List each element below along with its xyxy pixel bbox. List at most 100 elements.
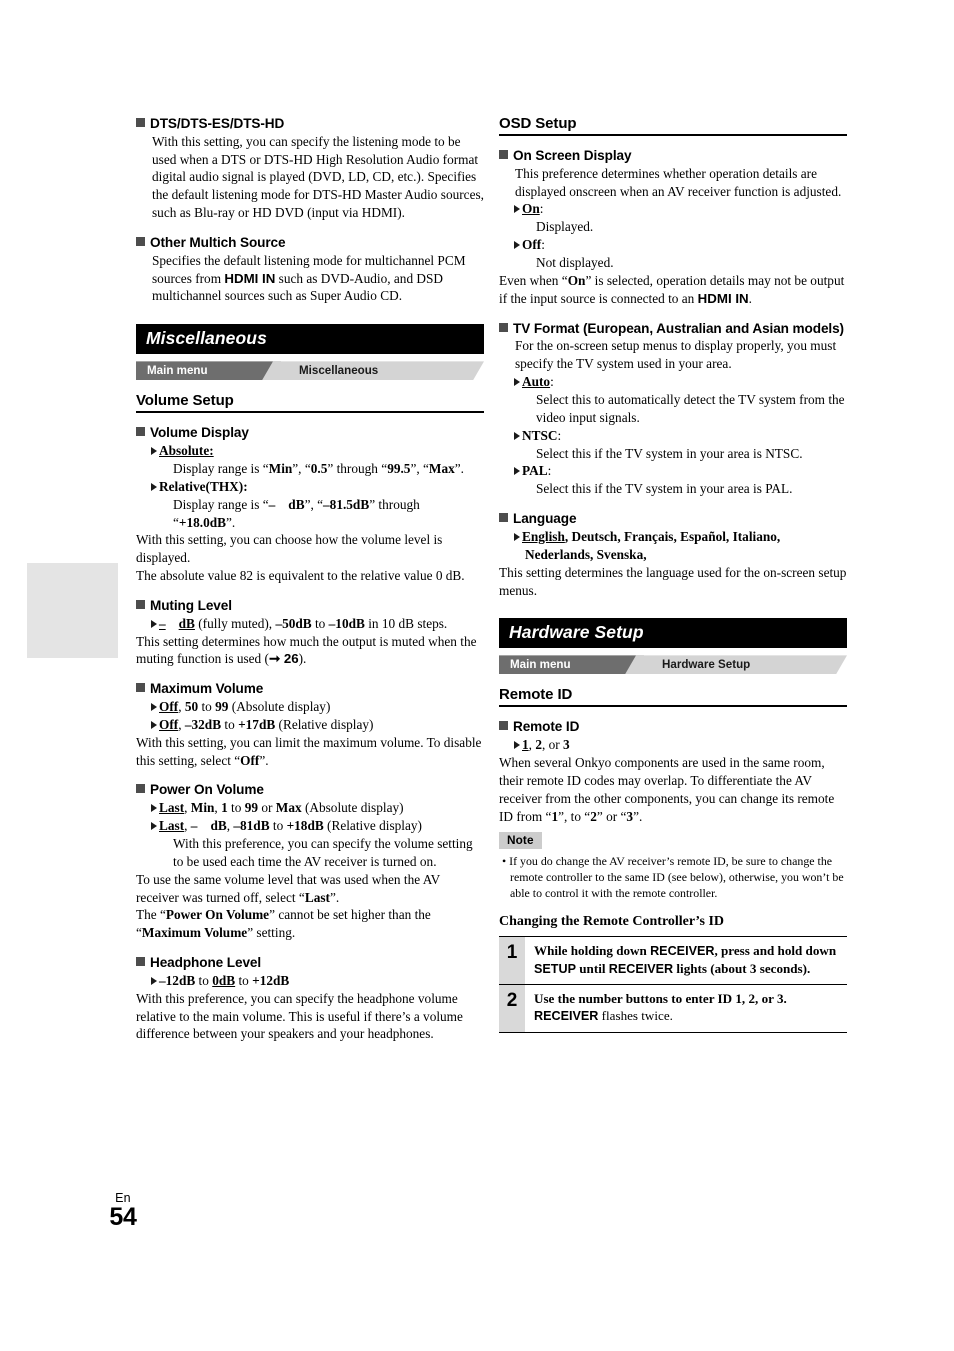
muting-level-body: This setting determines how much the out… xyxy=(136,633,477,667)
other-multich-body: Specifies the default listening mode for… xyxy=(152,252,466,304)
option-power-on-relative: Last, – dB, –81dB to +18dB (Relative disp… xyxy=(136,817,484,835)
power-on-volume-body-2: The “Power On Volume” cannot be set high… xyxy=(136,907,431,941)
square-bullet-icon xyxy=(136,784,145,794)
subheading-volume-display: Volume Display xyxy=(136,424,484,442)
square-bullet-icon xyxy=(499,150,508,159)
subheading-muting-level: Muting Level xyxy=(136,597,484,615)
dts-body: With this setting, you can specify the l… xyxy=(152,133,484,221)
on-screen-display-body: This preference determines whether opera… xyxy=(515,165,842,199)
note-text: • If you do change the AV receiver’s rem… xyxy=(502,854,844,901)
triangle-bullet-icon xyxy=(514,741,520,750)
triangle-bullet-icon xyxy=(151,702,157,711)
step-text: Use the number buttons to enter ID 1, 2,… xyxy=(534,991,787,1024)
option-osd-on: On: xyxy=(499,200,847,218)
subheading-language: Language xyxy=(499,510,847,528)
option-tv-format-auto: Auto: xyxy=(499,373,847,391)
breadcrumb-miscellaneous: Main menu Miscellaneous xyxy=(136,361,484,380)
remote-id-body: When several Onkyo components are used i… xyxy=(499,754,835,824)
subheading-remote-id: Remote ID xyxy=(499,718,847,736)
subheading-other-multich: Other Multich Source xyxy=(136,234,484,252)
section-banner-miscellaneous: Miscellaneous xyxy=(136,324,484,355)
right-column: OSD Setup On Screen Display This prefere… xyxy=(499,115,847,1034)
volume-display-note-1: With this setting, you can choose how th… xyxy=(136,532,443,566)
triangle-bullet-icon xyxy=(151,447,157,456)
margin-thumb-tab xyxy=(27,563,118,658)
step-text: While holding down RECEIVER, press and h… xyxy=(534,942,837,976)
triangle-bullet-icon xyxy=(514,467,520,476)
option-osd-on-desc: Displayed. xyxy=(536,219,594,235)
option-tv-format-ntsc: NTSC: xyxy=(499,427,847,445)
note-block: Note • If you do change the AV receiver’… xyxy=(499,831,847,901)
square-bullet-icon xyxy=(499,322,508,332)
step-number: 1 xyxy=(499,936,525,985)
triangle-bullet-icon xyxy=(151,482,157,491)
option-absolute-desc: Display range is “Min”, “0.5” through “9… xyxy=(173,460,465,476)
headphone-level-body: With this preference, you can specify th… xyxy=(136,990,463,1042)
breadcrumb-main-menu[interactable]: Main menu xyxy=(499,655,644,674)
page-footer: En 54 xyxy=(88,1191,158,1232)
square-bullet-icon xyxy=(136,957,145,967)
triangle-bullet-icon xyxy=(514,241,520,250)
square-bullet-icon xyxy=(136,237,145,247)
section-heading-osd-setup: OSD Setup xyxy=(499,115,847,136)
triangle-bullet-icon xyxy=(151,619,157,628)
subheading-on-screen-display: On Screen Display xyxy=(499,147,847,165)
power-on-volume-body-1: To use the same volume level that was us… xyxy=(136,871,440,905)
subheading-maximum-volume: Maximum Volume xyxy=(136,680,484,698)
option-relative-thx: Relative(THX): xyxy=(136,478,484,496)
triangle-bullet-icon xyxy=(514,205,520,214)
option-max-volume-absolute: Off, 50 to 99 (Absolute display) xyxy=(136,698,484,716)
option-tv-format-pal: PAL: xyxy=(499,462,847,480)
square-bullet-icon xyxy=(136,600,145,610)
manual-page: En 54 DTS/DTS-ES/DTS-HD With this settin… xyxy=(0,0,954,1351)
triangle-bullet-icon xyxy=(514,532,520,541)
tv-format-body: For the on-screen setup menus to display… xyxy=(515,338,837,372)
option-power-on-relative-desc: With this preference, you can specify th… xyxy=(173,835,473,869)
section-heading-volume-setup: Volume Setup xyxy=(136,392,484,414)
breadcrumb-main-menu[interactable]: Main menu xyxy=(136,361,281,380)
square-bullet-icon xyxy=(136,683,145,693)
on-screen-display-note: Even when “On” is selected, operation de… xyxy=(499,272,845,306)
breadcrumb-current[interactable]: Hardware Setup xyxy=(625,655,847,674)
left-column: DTS/DTS-ES/DTS-HD With this setting, you… xyxy=(136,115,484,1043)
square-bullet-icon xyxy=(136,427,145,437)
step-number: 2 xyxy=(499,985,525,1033)
option-osd-off: Off: xyxy=(499,236,847,254)
option-relative-thx-desc: Display range is “– dB”, “–81.5dB” throug… xyxy=(173,496,420,530)
volume-display-note-2: The absolute value 82 is equivalent to t… xyxy=(136,568,465,584)
option-language-list: English, Deutsch, Français, Español, Ita… xyxy=(499,528,847,564)
triangle-bullet-icon xyxy=(151,822,157,831)
breadcrumb-current[interactable]: Miscellaneous xyxy=(262,361,484,380)
breadcrumb-hardware-setup: Main menu Hardware Setup xyxy=(499,655,847,674)
triangle-bullet-icon xyxy=(151,804,157,813)
footer-page-number: 54 xyxy=(109,1203,137,1232)
note-tag: Note xyxy=(499,832,542,850)
subheading-dts: DTS/DTS-ES/DTS-HD xyxy=(136,115,484,133)
option-absolute: Absolute: xyxy=(136,442,484,460)
triangle-bullet-icon xyxy=(514,431,520,440)
option-tv-format-auto-desc: Select this to automatically detect the … xyxy=(536,391,845,425)
option-tv-format-ntsc-desc: Select this if the TV system in your are… xyxy=(536,445,803,461)
maximum-volume-body: With this setting, you can limit the max… xyxy=(136,734,482,768)
triangle-bullet-icon xyxy=(514,378,520,387)
subheading-headphone-level: Headphone Level xyxy=(136,954,484,972)
option-remote-id-values: 1, 2, or 3 xyxy=(499,736,847,754)
arrow-reference-icon: ➞ xyxy=(268,651,284,667)
option-tv-format-pal-desc: Select this if the TV system in your are… xyxy=(536,481,793,497)
square-bullet-icon xyxy=(136,118,145,127)
triangle-bullet-icon xyxy=(151,720,157,729)
square-bullet-icon xyxy=(499,513,508,523)
step-row: 1 While holding down RECEIVER, press and… xyxy=(499,936,847,985)
section-heading-remote-id: Remote ID xyxy=(499,686,847,708)
subheading-tv-format: TV Format (European, Australian and Asia… xyxy=(499,320,847,338)
option-osd-off-desc: Not displayed. xyxy=(536,255,614,271)
subheading-power-on-volume: Power On Volume xyxy=(136,781,484,799)
procedure-steps: 1 While holding down RECEIVER, press and… xyxy=(499,935,847,1034)
language-body: This setting determines the language use… xyxy=(499,564,847,598)
triangle-bullet-icon xyxy=(151,976,157,985)
option-muting-level: – dB (fully muted), –50dB to –10dB in 10 … xyxy=(136,615,484,633)
section-banner-hardware-setup: Hardware Setup xyxy=(499,618,847,649)
changing-remote-id-title: Changing the Remote Controller’s ID xyxy=(499,913,725,929)
option-power-on-absolute: Last, Min, 1 to 99 or Max (Absolute disp… xyxy=(136,799,484,817)
step-row: 2 Use the number buttons to enter ID 1, … xyxy=(499,984,847,1033)
